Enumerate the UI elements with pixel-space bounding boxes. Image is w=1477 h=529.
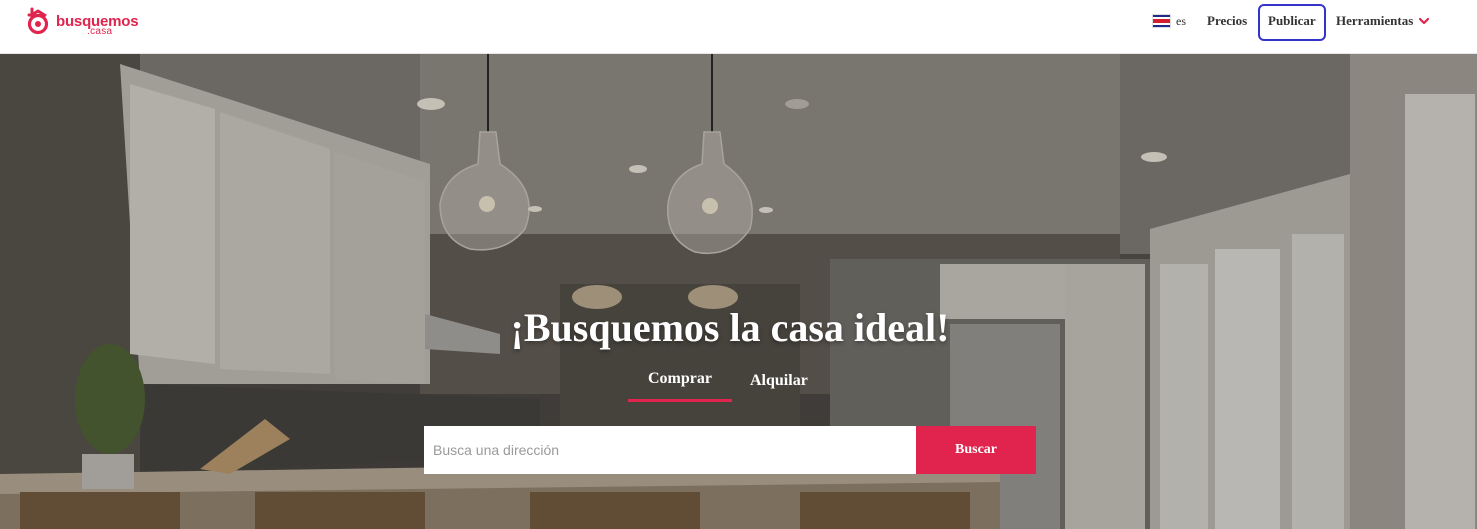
- search-button[interactable]: Buscar: [916, 426, 1036, 474]
- language-label: es: [1176, 13, 1186, 28]
- hero-section: ¡Busquemos la casa ideal! Comprar Alquil…: [0, 54, 1477, 529]
- language-selector[interactable]: es: [1152, 12, 1186, 30]
- nav-herramientas-label: Herramientas: [1336, 13, 1414, 28]
- chevron-down-icon: [1419, 17, 1430, 25]
- costa-rica-flag-icon: [1152, 14, 1171, 28]
- top-navigation-bar: busquemos .casa es Precios Publicar Herr…: [0, 0, 1477, 54]
- search-mode-tabs: Comprar Alquilar: [628, 370, 838, 404]
- hero-title: ¡Busquemos la casa ideal!: [510, 305, 950, 350]
- tab-comprar[interactable]: Comprar: [648, 370, 712, 388]
- nav-herramientas-menu[interactable]: Herramientas: [1336, 13, 1430, 29]
- active-tab-indicator: [628, 399, 732, 402]
- nav-publicar-link[interactable]: Publicar: [1268, 13, 1316, 29]
- tab-alquilar[interactable]: Alquilar: [750, 372, 808, 390]
- address-search-bar: Buscar: [424, 426, 1036, 474]
- address-search-input[interactable]: [424, 426, 916, 474]
- busquemos-logo-icon: [27, 7, 49, 35]
- brand-logo[interactable]: busquemos .casa: [26, 6, 139, 38]
- nav-precios-link[interactable]: Precios: [1207, 13, 1247, 29]
